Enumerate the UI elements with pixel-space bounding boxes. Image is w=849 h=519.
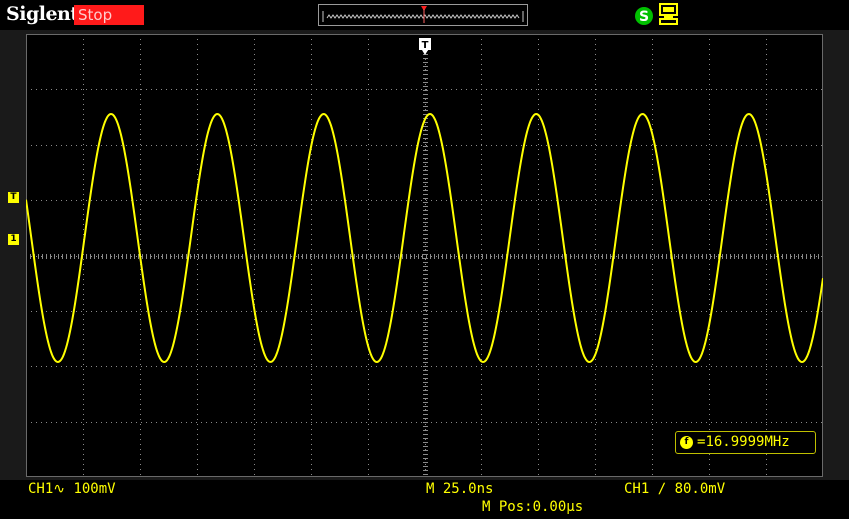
waveform-overview-icon (322, 6, 524, 23)
frequency-readout: f =16.9999MHz (675, 431, 816, 454)
frequency-icon: f (680, 436, 693, 449)
trigger-level-marker[interactable]: T (8, 192, 19, 203)
trigger-top-label: T (422, 40, 429, 51)
svg-text:S: S (639, 9, 649, 25)
bottom-status-bar: CH1∿ 100mV M 25.0ns CH1 ∕ 80.0mV M Pos:0… (0, 480, 849, 519)
s-icon: S (634, 6, 654, 30)
brand-logo: Siglent (6, 3, 79, 25)
timebase[interactable]: M 25.0ns (426, 481, 493, 497)
run-state-badge[interactable]: Stop (74, 5, 144, 25)
channel1-ground-marker[interactable]: 1 (8, 234, 19, 245)
ch1-scale[interactable]: CH1∿ 100mV (28, 481, 116, 497)
frequency-value: 16.9999MHz (705, 434, 790, 450)
top-status-bar: Siglent Stop S (0, 0, 849, 30)
usb-icon (658, 3, 680, 31)
trigger-info[interactable]: CH1 ∕ 80.0mV (624, 481, 725, 497)
waveform-display (26, 34, 823, 477)
horizontal-position[interactable]: M Pos:0.00μs (482, 499, 583, 515)
trigger-position-marker[interactable]: T (419, 38, 431, 56)
memory-overview (318, 4, 528, 26)
